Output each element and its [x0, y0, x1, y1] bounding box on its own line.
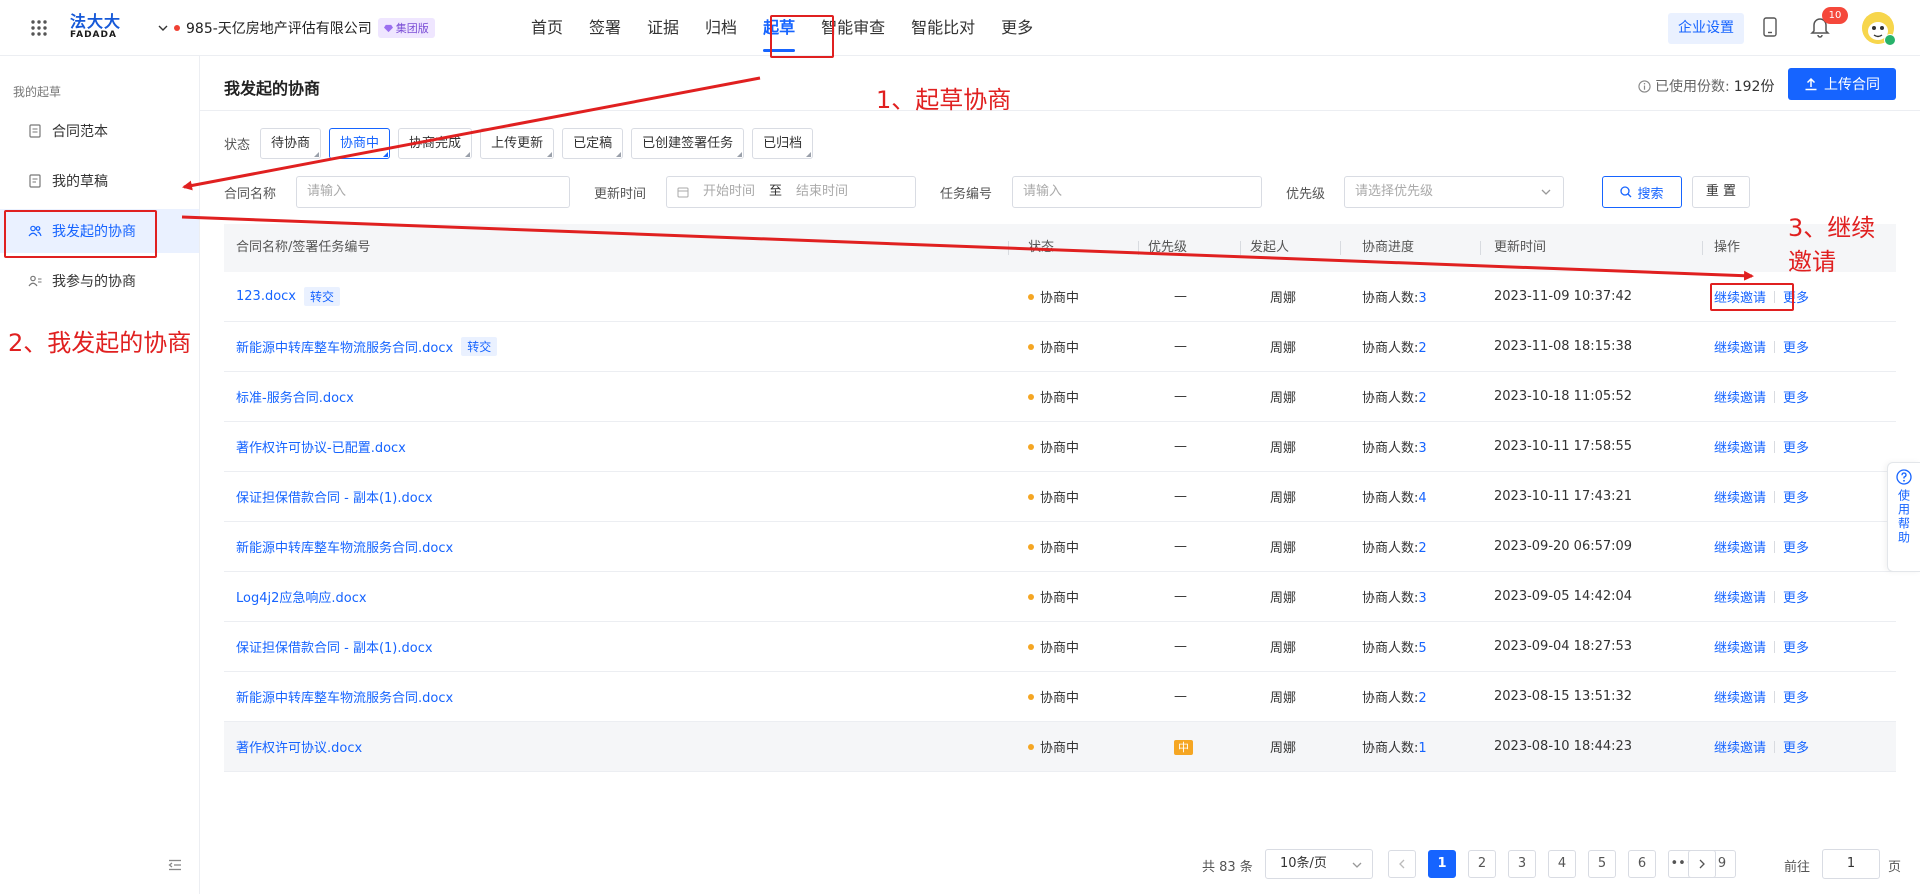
annotation-step3-line2: 邀请 — [1788, 248, 1836, 276]
annotation-step2: 2、我发起的协商 — [8, 329, 192, 357]
annotation-step3-line1: 3、继续 — [1788, 214, 1876, 242]
arrow-to-sidebar — [182, 76, 761, 191]
arrow-to-continue-invite — [181, 215, 1754, 281]
annotation-box-sidebar-item — [4, 210, 157, 258]
app-page: 法大大 FADADA 985-天亿房地产评估有限公司 集团版 首页 签署 证据 … — [0, 0, 1920, 894]
annotation-step1: 1、起草协商 — [876, 86, 1012, 114]
annotation-box-continue-invite — [1710, 283, 1794, 311]
annotation-arrows — [181, 76, 1754, 281]
annotation-box-draft-nav — [770, 15, 834, 58]
